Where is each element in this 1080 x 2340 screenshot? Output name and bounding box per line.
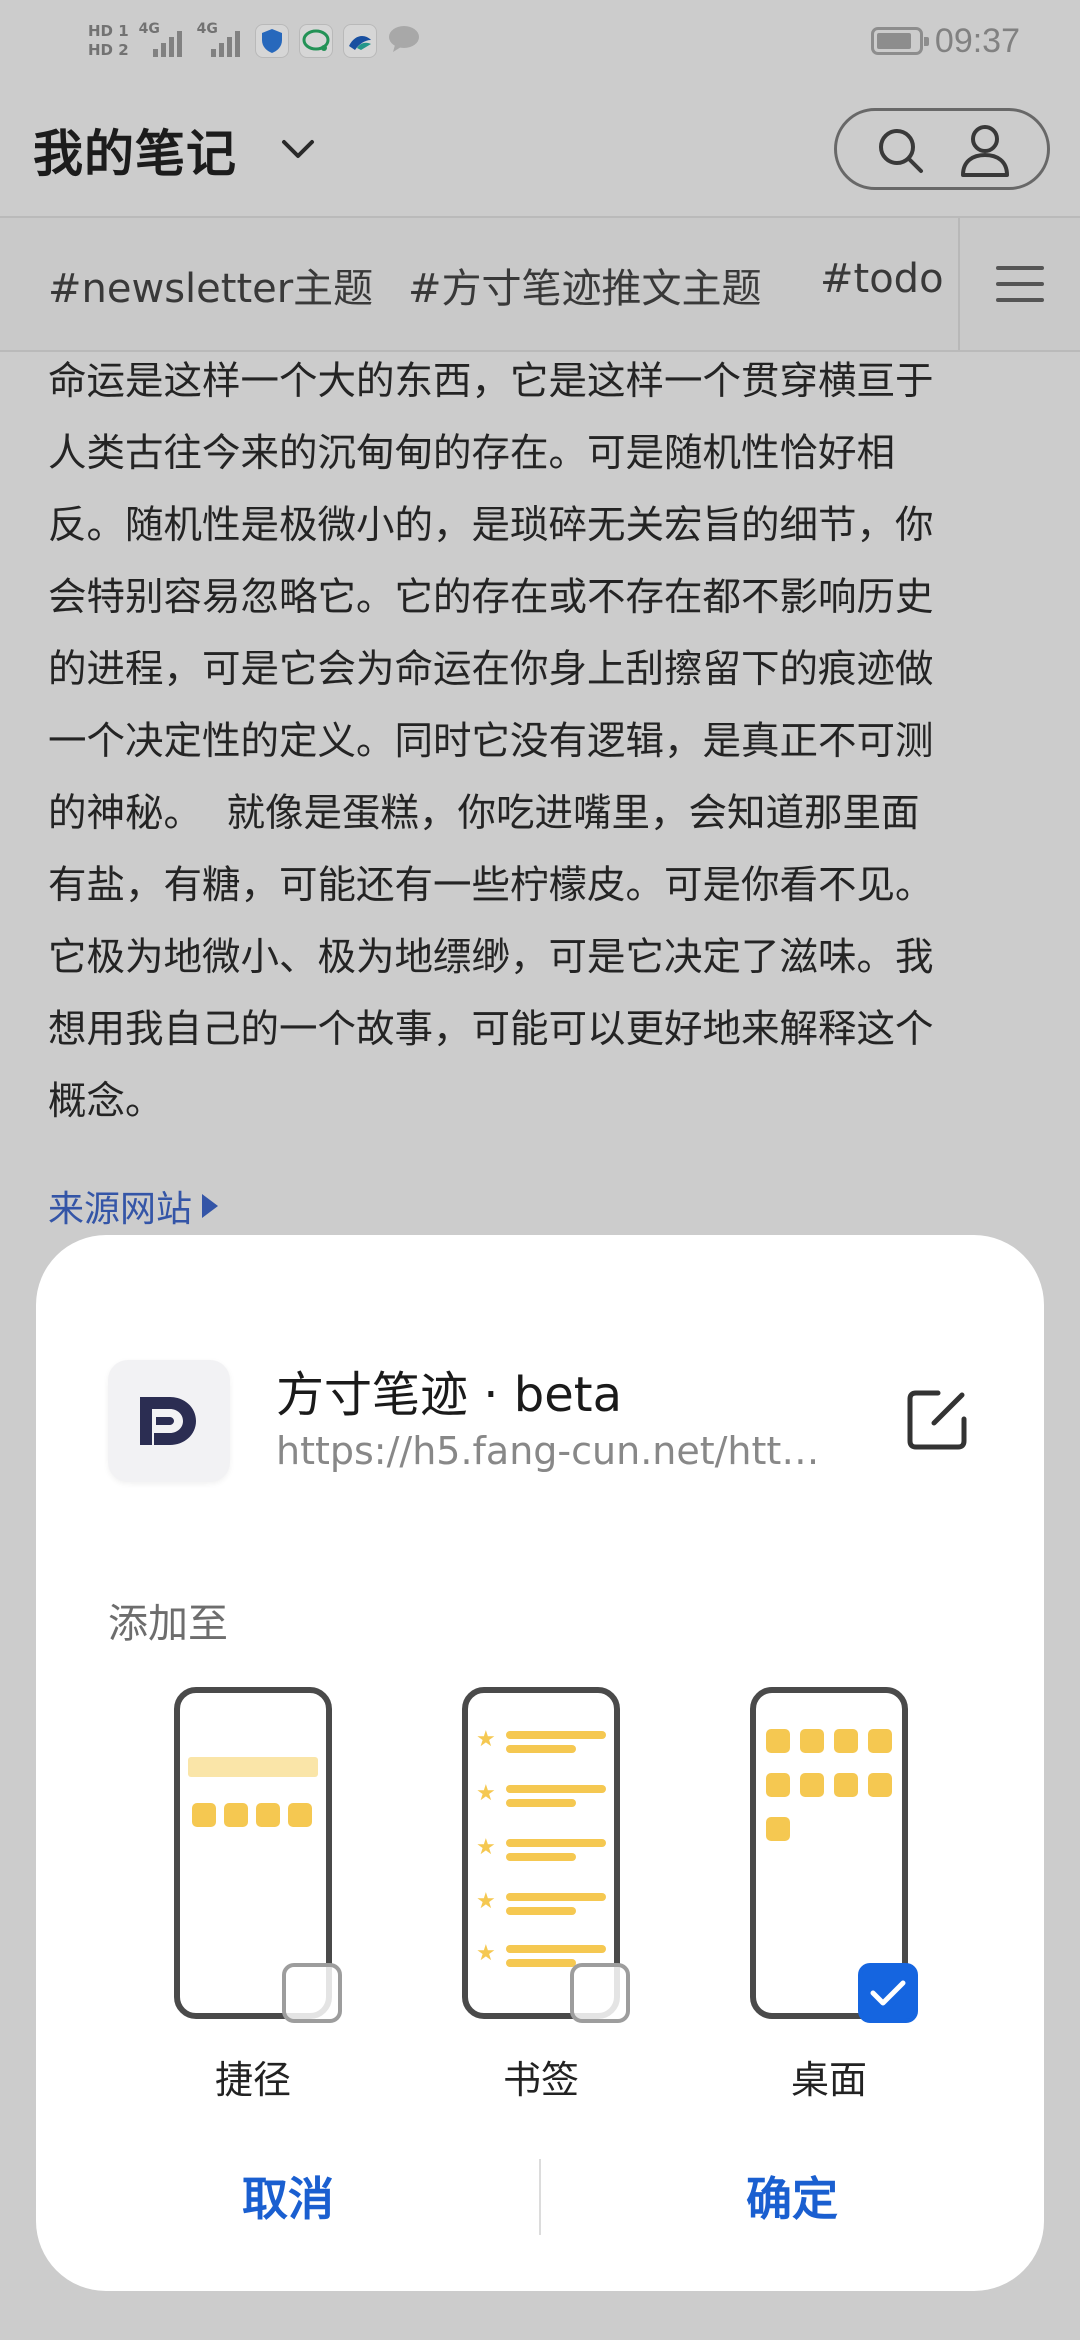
checkmark-icon [870,1980,906,2006]
desktop-label: 桌面 [790,2058,867,2102]
bookmark-label: 书签 [502,2058,579,2102]
add-to-label: 添加至 [108,1601,228,1647]
app-url: https://h5.fang-cun.net/htt… [276,1429,820,1473]
confirm-button[interactable]: 确定 [540,2141,1044,2251]
bookmark-checkbox[interactable] [570,1963,630,2023]
fangcun-logo-icon [140,1397,196,1445]
edit-icon [907,1390,967,1450]
shortcut-checkbox[interactable] [282,1963,342,2023]
cancel-button[interactable]: 取消 [36,2141,540,2251]
add-to-dialog: 方寸笔迹 · beta https://h5.fang-cun.net/htt…… [36,1235,1044,2291]
app-name: 方寸笔迹 · beta [276,1367,623,1423]
desktop-checkbox[interactable] [858,1963,918,2023]
dialog-actions: 取消 确定 [36,2141,1044,2251]
shortcut-label: 捷径 [214,2058,291,2102]
edit-button[interactable] [900,1383,974,1457]
app-logo [108,1360,230,1482]
